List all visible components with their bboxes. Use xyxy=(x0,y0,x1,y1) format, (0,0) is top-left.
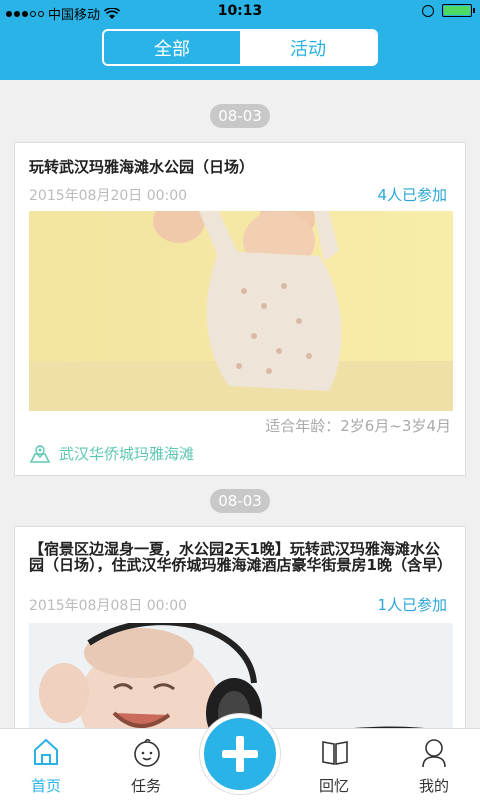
nav-label: 首页 xyxy=(30,777,61,795)
home-icon xyxy=(34,738,58,765)
status-right xyxy=(422,4,475,17)
nav-profile[interactable]: 我的 xyxy=(394,729,474,800)
date-divider: 08-03 xyxy=(210,489,270,513)
date-divider: 08-03 xyxy=(210,104,270,128)
status-bar: 中国移动 10:13 xyxy=(0,0,480,24)
battery-icon xyxy=(442,4,475,17)
orientation-lock-icon xyxy=(422,4,434,17)
nav-tasks[interactable]: 任务 xyxy=(106,729,186,800)
card-date: 2015年08月20日 00:00 xyxy=(29,188,188,204)
joined-count: 4人已参加 xyxy=(377,186,447,204)
location-row[interactable]: 武汉华侨城玛雅海滩 xyxy=(29,443,194,464)
tab-all[interactable]: 全部 xyxy=(104,31,240,64)
nav-home[interactable]: 首页 xyxy=(6,729,86,800)
app-header: 中国移动 10:13 全部 活动 xyxy=(0,0,480,80)
baby-face-icon xyxy=(134,738,160,767)
location-label: 武汉华侨城玛雅海滩 xyxy=(59,445,195,463)
card-date: 2015年08月08日 00:00 xyxy=(29,598,188,614)
activity-card[interactable]: 玩转武汉玛雅海滩水公园（日场） 2015年08月20日 00:00 4人已参加 xyxy=(14,142,466,476)
plus-icon xyxy=(222,736,258,772)
card-title: 【宿景区边湿身一夏，水公园2天1晚】玩转武汉玛雅海滩水公园（日场），住武汉华侨城… xyxy=(29,540,452,574)
add-button[interactable] xyxy=(200,714,280,794)
baby-dancing-photo[interactable] xyxy=(29,211,453,411)
joined-count: 1人已参加 xyxy=(377,596,447,614)
card-title: 玩转武汉玛雅海滩水公园（日场） xyxy=(29,158,255,176)
segment-control: 全部 活动 xyxy=(102,29,378,66)
person-icon xyxy=(422,739,446,768)
status-time: 10:13 xyxy=(217,3,263,19)
map-pin-icon xyxy=(29,444,51,463)
age-range: 适合年龄：2岁6月~3岁4月 xyxy=(265,417,451,435)
book-icon xyxy=(322,741,348,765)
nav-label: 回忆 xyxy=(318,777,349,795)
nav-label: 任务 xyxy=(130,777,161,795)
nav-label: 我的 xyxy=(418,777,449,795)
tab-activity[interactable]: 活动 xyxy=(240,31,376,64)
nav-memories[interactable]: 回忆 xyxy=(294,729,374,800)
